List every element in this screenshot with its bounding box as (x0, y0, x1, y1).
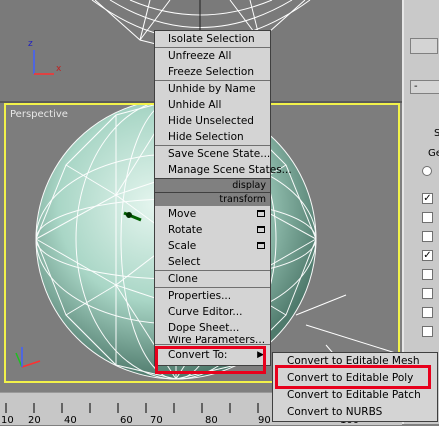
ruler-label: 70 (150, 415, 163, 426)
rollout-header[interactable]: - (410, 80, 439, 94)
submenu-item-nurbs[interactable]: Convert to NURBS (273, 404, 437, 421)
settings-box-icon[interactable] (257, 242, 265, 249)
checkbox-8[interactable] (422, 326, 433, 337)
highlight-editable-poly (275, 365, 431, 389)
ruler-label: 60 (120, 415, 133, 426)
settings-box-icon[interactable] (257, 226, 265, 233)
menu-item-rotate[interactable]: Rotate (155, 222, 270, 238)
persp-axis-gizmo (12, 341, 52, 377)
settings-box-icon[interactable] (257, 210, 265, 217)
checkbox-1[interactable]: ✓ (422, 193, 433, 204)
top-axis-gizmo: z x (28, 39, 68, 80)
ruler-label: 10 (1, 415, 14, 426)
menu-item-hide-selection[interactable]: Hide Selection (155, 129, 270, 145)
group-label: Ge (428, 148, 439, 159)
checkbox-4[interactable]: ✓ (422, 250, 433, 261)
checkbox-4-mark: ✓ (423, 250, 432, 261)
menu-item-scale-label: Scale (168, 240, 197, 252)
menu-item-clone[interactable]: Clone (155, 270, 270, 287)
rollout-toggle-label: - (414, 81, 418, 92)
ruler-label: 90 (258, 415, 271, 426)
checkbox-7[interactable] (422, 307, 433, 318)
quad-title-display: display (155, 178, 270, 192)
quad-menu: Isolate Selection Unfreeze All Freeze Se… (154, 30, 292, 366)
menu-item-unfreeze-all[interactable]: Unfreeze All (155, 47, 270, 64)
menu-item-curve-editor[interactable]: Curve Editor... (155, 304, 270, 320)
ruler-label: 40 (64, 415, 77, 426)
menu-item-select[interactable]: Select (155, 254, 270, 270)
highlight-convert-to (155, 346, 266, 374)
quad-title-transform: transform (155, 192, 270, 206)
menu-item-isolate-selection[interactable]: Isolate Selection (155, 31, 270, 47)
menu-item-unhide-all[interactable]: Unhide All (155, 97, 270, 113)
checkbox-6[interactable] (422, 288, 433, 299)
group-letter: S (434, 128, 439, 139)
checkbox-5[interactable] (422, 269, 433, 280)
menu-item-dope-sheet[interactable]: Dope Sheet... (155, 320, 270, 336)
checkbox-1-mark: ✓ (423, 193, 432, 204)
menu-item-wire-parameters[interactable]: Wire Parameters... (155, 336, 270, 344)
menu-item-save-scene-state[interactable]: Save Scene State... (155, 145, 270, 162)
menu-item-scale[interactable]: Scale (155, 238, 270, 254)
top-axis-x-label: x (56, 64, 62, 74)
menu-item-move-label: Move (168, 208, 197, 220)
ruler-label: 20 (28, 415, 41, 426)
menu-item-move[interactable]: Move (155, 206, 270, 222)
menu-item-rotate-label: Rotate (168, 224, 203, 236)
command-panel-tab[interactable] (410, 38, 438, 54)
menu-item-hide-unselected[interactable]: Hide Unselected (155, 113, 270, 129)
submenu-item-editable-patch[interactable]: Convert to Editable Patch (273, 387, 437, 404)
top-axis-z-label: z (28, 39, 33, 49)
ruler-label: 80 (205, 415, 218, 426)
menu-item-manage-scene-states[interactable]: Manage Scene States... (155, 162, 292, 178)
checkbox-2[interactable] (422, 212, 433, 223)
menu-item-unhide-by-name[interactable]: Unhide by Name (155, 80, 270, 97)
checkbox-3[interactable] (422, 231, 433, 242)
radio-button[interactable] (422, 166, 432, 176)
menu-item-properties[interactable]: Properties... (155, 287, 270, 304)
menu-item-freeze-selection[interactable]: Freeze Selection (155, 64, 270, 80)
